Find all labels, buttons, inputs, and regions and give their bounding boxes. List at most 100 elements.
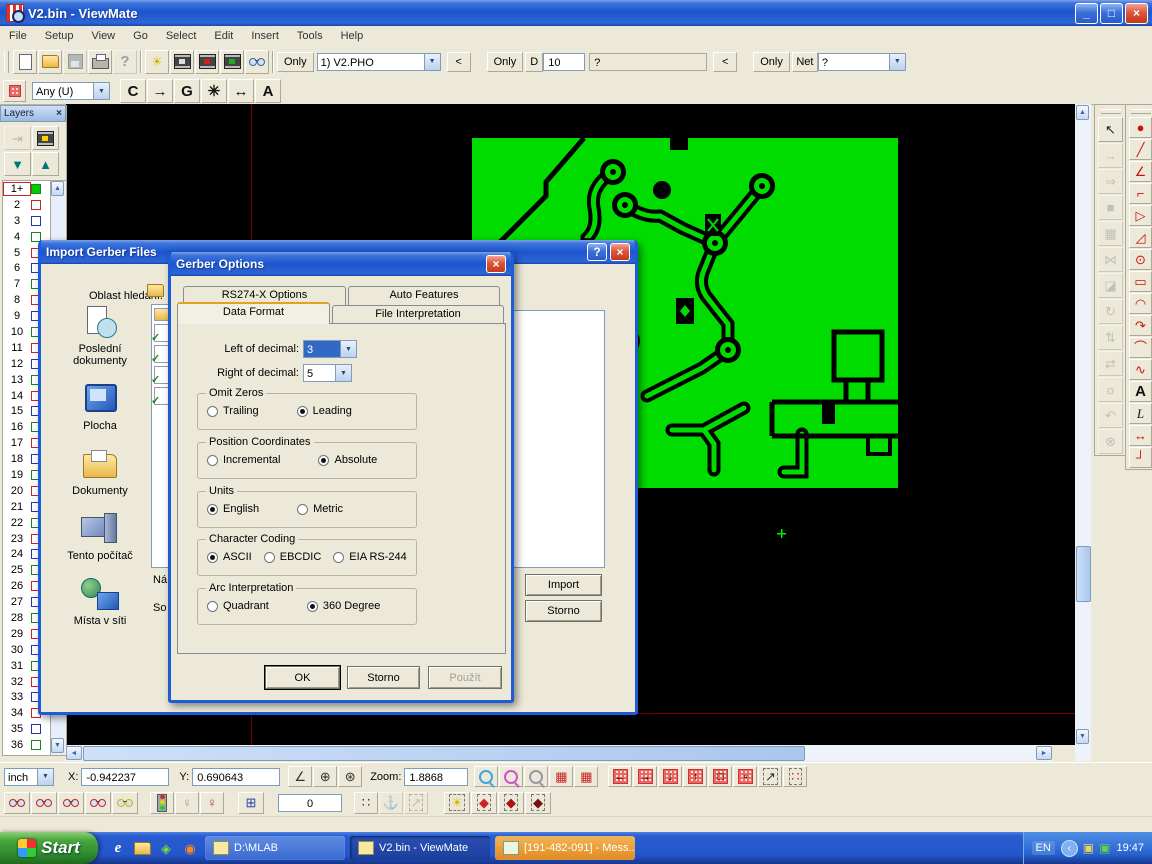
place-tento-po-ta-[interactable]: Tento počítač [51,511,149,562]
layer-color-swatch[interactable] [31,184,41,194]
place-plocha[interactable]: Plocha [51,381,149,432]
dock-panel-icon[interactable]: ⇥ [4,126,31,150]
dcode-filter-input[interactable]: ? [589,53,707,71]
print-icon[interactable] [88,50,112,74]
language-indicator[interactable]: EN [1032,841,1055,855]
swap-icon[interactable]: ⇄ [1098,351,1123,376]
draw-chord-icon[interactable]: ⌒ [1129,337,1152,358]
gerber-options-title-bar[interactable]: Gerber Options × [171,252,511,276]
layer-color-swatch[interactable] [31,200,41,210]
highlight-off-icon[interactable]: ♀ [175,792,199,814]
component-c-icon[interactable]: C [120,79,146,103]
view-sketch-glasses-icon[interactable] [112,792,138,814]
horizontal-scrollbar[interactable]: ◄ ► [66,745,1052,761]
toolbar-grip[interactable] [4,51,9,73]
radio-icon[interactable] [307,601,318,612]
place-dokumenty[interactable]: Dokumenty [51,446,149,497]
stretch-icon[interactable]: ↔ [228,79,254,103]
snap-value[interactable]: 0 [278,794,342,812]
grid-toggle-icon[interactable]: ▦ [549,766,573,787]
tile-view-icon[interactable]: ⊞ [238,792,264,814]
flash-highlight-icon[interactable]: ☀ [145,50,169,74]
select-pad-mode-icon[interactable]: ◆ [498,792,524,814]
left-decimal-combo[interactable]: 3 ▼ [303,340,357,358]
filter-grid-icon[interactable] [3,80,26,102]
radio-icon[interactable] [207,504,218,515]
layer-color-swatch[interactable] [31,740,41,750]
anchor-icon[interactable]: ⚓ [379,792,403,814]
layer-row[interactable]: 35 [3,721,51,737]
vertical-scrollbar[interactable]: ▲ ▼ [1075,104,1091,761]
text-select-icon[interactable]: A [255,79,281,103]
grid-origin-icon[interactable]: □ [708,766,732,787]
cancel-button[interactable]: Storno [525,600,602,622]
radio-icon[interactable] [207,406,218,417]
apply-button[interactable]: Použít [428,666,502,689]
layer-row[interactable]: 3 [3,213,51,229]
goto-icon[interactable]: → [147,79,173,103]
fill-solid-icon[interactable]: ■ [1098,195,1123,220]
scroll-up-icon[interactable]: ▲ [51,181,64,196]
radio-icon[interactable] [207,601,218,612]
close-icon[interactable]: × [486,255,506,273]
prev-layer-button[interactable]: < [447,52,471,72]
menu-setup[interactable]: Setup [36,28,83,44]
place-posledn-dokumenty[interactable]: Poslední dokumenty [51,304,149,367]
radio-quadrant[interactable]: Quadrant [207,600,269,612]
chevron-down-icon[interactable]: ▼ [94,82,110,100]
radio-eia-rs-244[interactable]: EIA RS-244 [333,551,406,563]
tab-file-interpretation[interactable]: File Interpretation [332,305,504,324]
radio-metric[interactable]: Metric [297,503,343,515]
scroll-down-icon[interactable]: ▼ [1076,729,1089,744]
gcode-icon[interactable]: G [174,79,200,103]
menu-view[interactable]: View [82,28,124,44]
draw-label-icon[interactable]: L [1129,403,1152,424]
angle-measure-icon[interactable]: ∠ [288,766,312,787]
traffic-light-icon[interactable] [150,792,174,814]
flash-mode-icon[interactable]: ☀ [444,792,470,814]
ie-icon[interactable]: e [108,838,128,858]
place-m-sta-v-s-ti[interactable]: Místa v síti [51,576,149,627]
layer-color-swatch[interactable] [31,216,41,226]
draw-sketch-icon[interactable]: ∿ [1129,359,1152,380]
radio-icon[interactable] [264,552,275,563]
zoom-value[interactable]: 1.8868 [404,768,468,786]
radio-ebcdic[interactable]: EBCDIC [264,551,322,563]
help-icon[interactable]: ? [587,243,607,261]
pan-down-icon[interactable]: ↓ [658,766,682,787]
zoom-in-icon[interactable] [474,766,498,787]
draw-circle-icon[interactable]: ⊙ [1129,249,1152,270]
draw-pad-icon[interactable]: ● [1129,117,1152,138]
new-file-icon[interactable] [13,50,37,74]
draw-arc-icon[interactable]: ◠ [1129,293,1152,314]
settings-gear-icon[interactable]: ☼ [1098,377,1123,402]
pan-left-icon[interactable]: ← [608,766,632,787]
scroll-left-icon[interactable]: ◄ [66,746,82,760]
radio-icon[interactable] [297,504,308,515]
copy-feature-icon[interactable]: ⇒ [1098,169,1123,194]
taskbar-task[interactable]: V2.bin - ViewMate [350,836,490,860]
draw-curve-icon[interactable]: ↷ [1129,315,1152,336]
layer-row[interactable]: 1+ [3,181,51,197]
minimize-button[interactable]: _ [1075,3,1098,24]
close-icon[interactable]: × [610,243,630,261]
units-combo[interactable]: inch▼ [4,768,54,786]
right-decimal-combo[interactable]: 5 ▼ [303,364,352,382]
radio-english[interactable]: English [207,503,259,515]
dark-pad-mode-icon[interactable]: ◆ [525,792,551,814]
close-button[interactable]: × [1125,3,1148,24]
scroll-right-icon[interactable]: ► [1036,746,1052,760]
film-pads-icon[interactable] [195,50,219,74]
film-colors-icon[interactable] [220,50,244,74]
menu-help[interactable]: Help [332,28,373,44]
draw-open-poly-icon[interactable]: ▷ [1129,205,1152,226]
radio-trailing[interactable]: Trailing [207,405,259,417]
select-area-icon[interactable]: ↗ [758,766,782,787]
layer-down-icon[interactable]: ▼ [4,152,31,176]
snap-grid-icon[interactable]: ∷ [354,792,378,814]
filter-combo[interactable]: Any (U) ▼ [32,82,110,100]
menu-go[interactable]: Go [124,28,157,44]
menu-file[interactable]: File [0,28,36,44]
app-tray-icon[interactable]: ▣ [1099,842,1110,854]
draw-text-icon[interactable]: A [1129,381,1152,402]
